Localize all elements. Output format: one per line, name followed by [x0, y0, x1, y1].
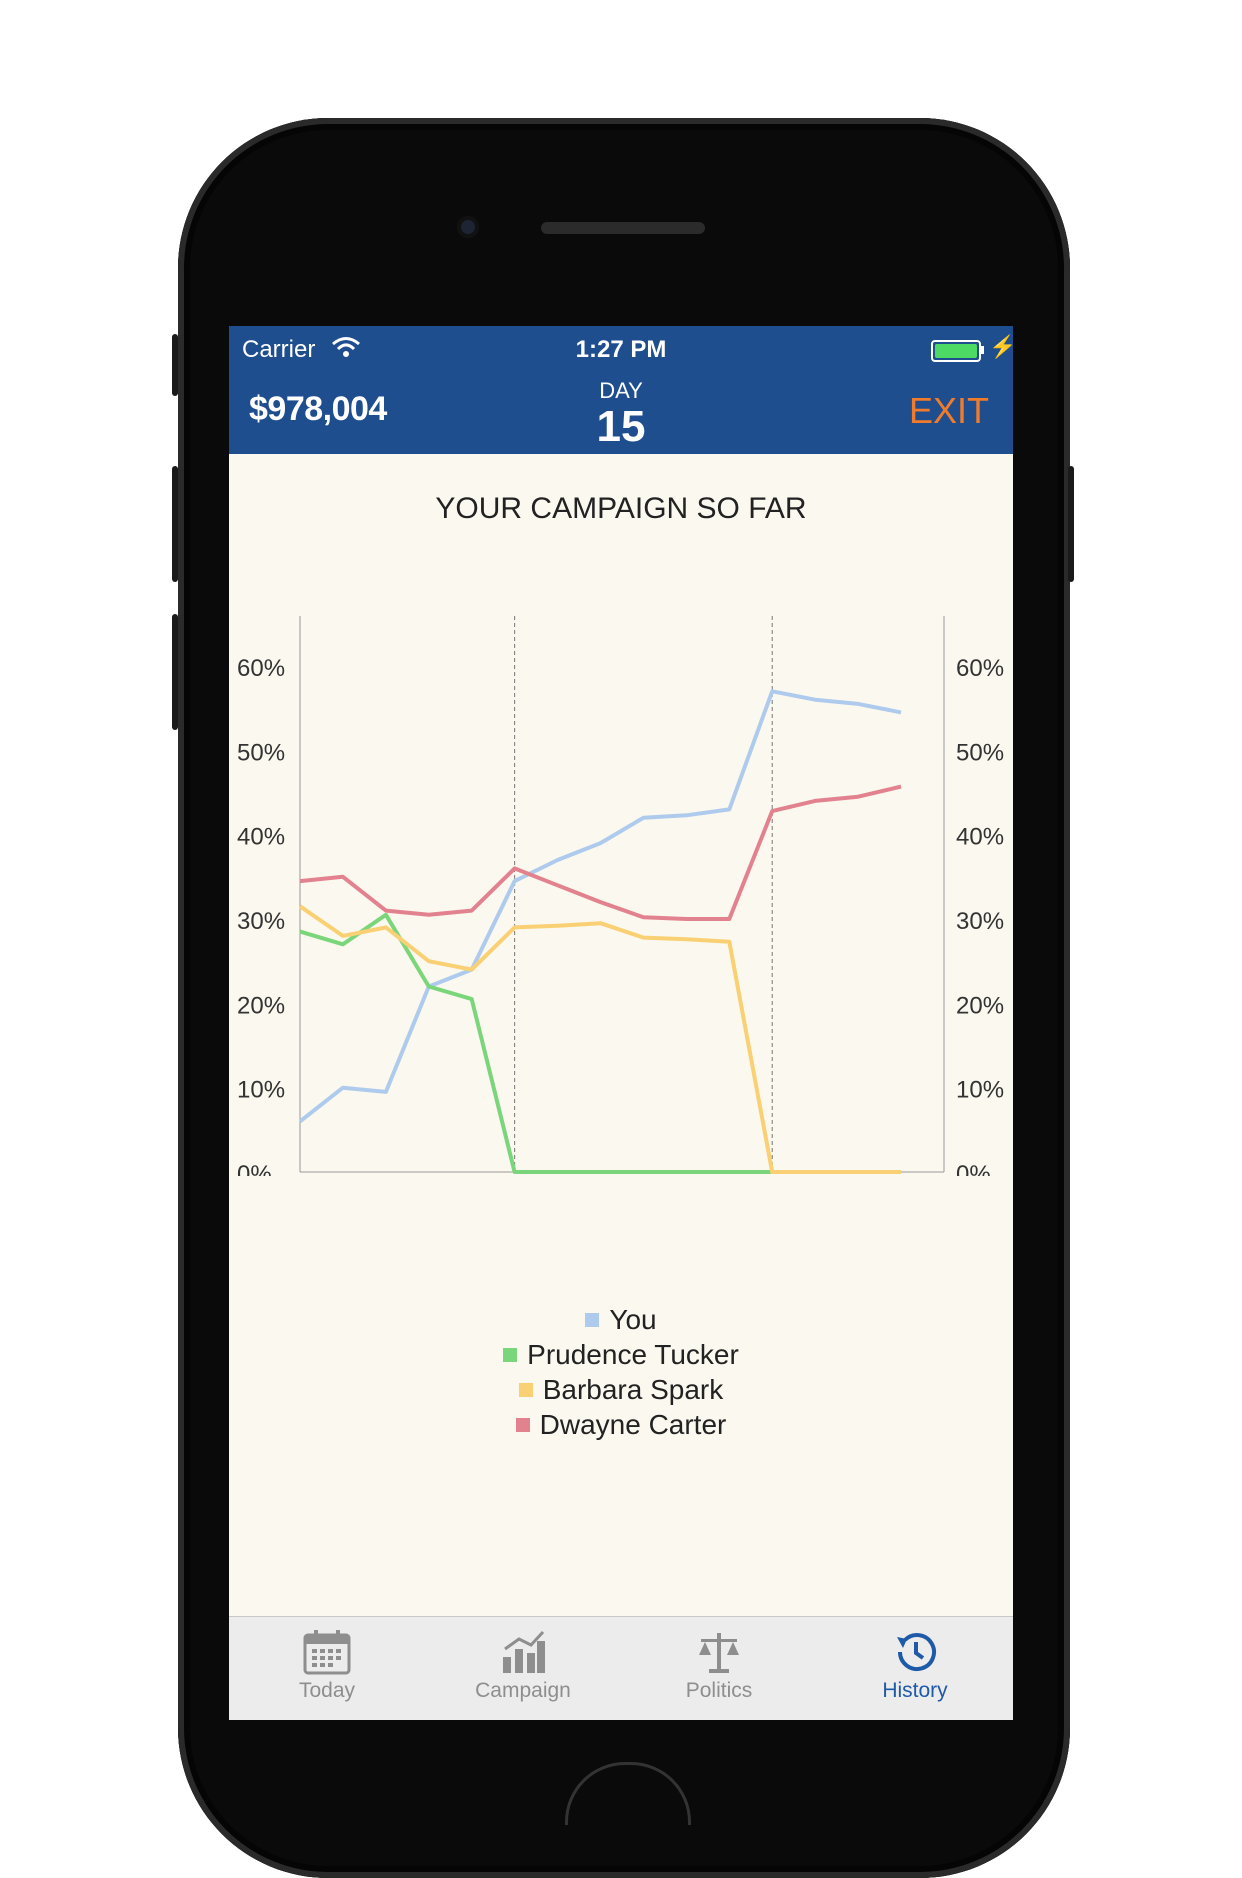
- legend-label: Prudence Tucker: [527, 1338, 739, 1370]
- y-tick-label-right: 10%: [956, 1077, 1004, 1104]
- y-tick-label-right: 20%: [956, 992, 1004, 1019]
- tab-today-label: Today: [298, 1679, 356, 1702]
- y-tick-label-left: 50%: [237, 739, 285, 766]
- power-button: [1068, 466, 1074, 582]
- volume-up-button: [172, 334, 178, 396]
- tab-politics[interactable]: Politics: [621, 1617, 817, 1720]
- legend-label: Barbara Spark: [542, 1373, 724, 1405]
- legend-label: You: [609, 1303, 657, 1335]
- y-tick-label-left: 0%: [237, 1161, 272, 1176]
- tab-campaign[interactable]: Campaign: [425, 1617, 621, 1720]
- legend-swatch: [503, 1347, 518, 1362]
- tab-politics-label: Politics: [685, 1679, 753, 1702]
- status-time: 1:27 PM: [575, 336, 667, 363]
- tab-history[interactable]: History: [817, 1617, 1013, 1720]
- y-tick-label-left: 40%: [237, 824, 285, 851]
- exit-button[interactable]: EXIT: [909, 390, 989, 432]
- legend-item: Dwayne Carter: [229, 1407, 1013, 1442]
- y-tick-label-left: 30%: [237, 908, 285, 935]
- battery-nub: [981, 346, 984, 354]
- series-line-barbara-spark: [298, 904, 901, 1174]
- front-camera: [457, 216, 479, 238]
- tab-campaign-label: Campaign: [475, 1679, 571, 1702]
- y-tick-label-left: 60%: [237, 655, 285, 682]
- legend-item: Prudence Tucker: [229, 1337, 1013, 1372]
- y-tick-label-left: 10%: [237, 1077, 285, 1104]
- app-header: Carrier 1:27 PM ⚡ $978,004 DAY 15 EXIT: [229, 326, 1013, 454]
- legend-swatch: [585, 1312, 600, 1327]
- tab-today[interactable]: Today: [229, 1617, 425, 1720]
- y-tick-label-right: 30%: [956, 908, 1004, 935]
- y-tick-label-right: 40%: [956, 824, 1004, 851]
- history-icon: [897, 1633, 936, 1672]
- day-label: DAY: [599, 378, 643, 403]
- series-line-prudence-tucker: [299, 912, 773, 1174]
- y-tick-label-right: 50%: [956, 739, 1004, 766]
- legend-item: You: [229, 1302, 1013, 1337]
- chart-icon: [503, 1630, 545, 1673]
- app-screen: Carrier 1:27 PM ⚡ $978,004 DAY 15 EXIT Y…: [229, 326, 1013, 1720]
- mute-switch: [172, 614, 178, 730]
- volume-down-button: [172, 466, 178, 582]
- y-tick-label-left: 20%: [237, 992, 285, 1019]
- charging-icon: ⚡: [989, 334, 1013, 359]
- y-tick-label-right: 60%: [956, 655, 1004, 682]
- scales-icon: [699, 1633, 739, 1673]
- page-title: YOUR CAMPAIGN SO FAR: [435, 492, 807, 525]
- tab-bar: Today Campaign Politics History: [229, 1616, 1013, 1720]
- day-number: 15: [596, 402, 646, 451]
- legend-label: Dwayne Carter: [539, 1408, 727, 1440]
- calendar-icon: [303, 1630, 351, 1675]
- legend-item: Barbara Spark: [229, 1372, 1013, 1407]
- earpiece-speaker: [541, 222, 705, 234]
- series-line-dwayne-carter: [299, 784, 902, 921]
- campaign-line-chart: 60% 60% 50% 50% 40% 40% 30% 30% 20% 20% 10% 10% 0% 0%: [237, 616, 1004, 1176]
- tab-history-label: History: [882, 1679, 948, 1702]
- y-tick-label-right: 0%: [956, 1161, 991, 1176]
- legend-swatch: [515, 1417, 530, 1432]
- series-line-you: [298, 689, 902, 1123]
- chart-legend: You Prudence Tucker Barbara Spark Dwayne Ca…: [229, 1302, 1013, 1442]
- legend-swatch: [518, 1382, 533, 1397]
- battery-icon: [931, 340, 981, 362]
